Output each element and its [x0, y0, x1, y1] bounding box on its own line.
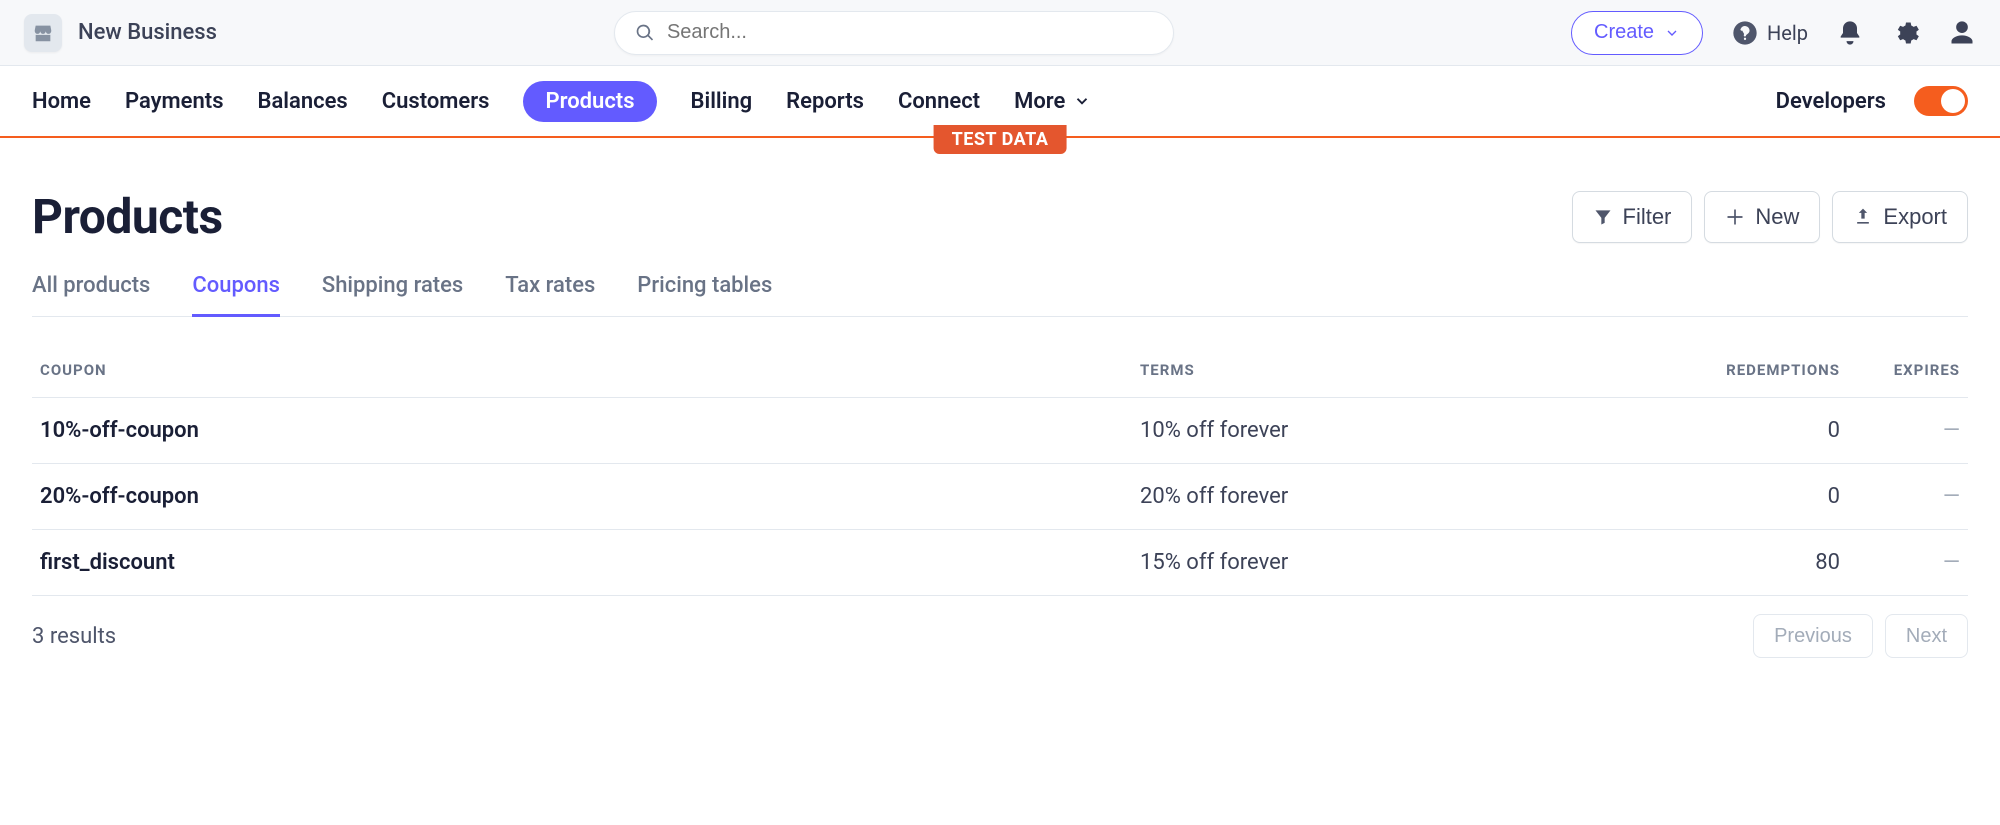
page-title: Products: [32, 188, 223, 245]
create-label: Create: [1594, 21, 1654, 44]
col-coupon: COUPON: [40, 361, 1140, 379]
nav-customers[interactable]: Customers: [382, 89, 490, 114]
store-icon: [24, 14, 62, 52]
export-button[interactable]: Export: [1832, 191, 1968, 243]
nav-payments[interactable]: Payments: [125, 89, 224, 114]
nav-reports[interactable]: Reports: [786, 89, 864, 114]
coupons-table: COUPON TERMS REDEMPTIONS EXPIRES 10%-off…: [32, 343, 1968, 676]
subtab-pricing-tables[interactable]: Pricing tables: [637, 273, 772, 316]
notifications-icon[interactable]: [1836, 19, 1864, 47]
help-link[interactable]: Help: [1731, 19, 1808, 47]
page-content: Products Filter New Export All products …: [0, 138, 2000, 676]
table-row[interactable]: 20%-off-coupon 20% off forever 0 —: [32, 464, 1968, 530]
coupon-redemptions: 0: [1640, 484, 1840, 509]
coupon-redemptions: 80: [1640, 550, 1840, 575]
next-button[interactable]: Next: [1885, 614, 1968, 658]
main-nav: Home Payments Balances Customers Product…: [0, 66, 2000, 138]
coupon-terms: 15% off forever: [1140, 550, 1640, 575]
subtab-tax-rates[interactable]: Tax rates: [505, 273, 595, 316]
create-button[interactable]: Create: [1571, 11, 1703, 55]
subtab-shipping-rates[interactable]: Shipping rates: [322, 273, 463, 316]
help-label: Help: [1767, 21, 1808, 45]
coupon-expires: —: [1840, 418, 1960, 443]
export-label: Export: [1883, 204, 1947, 230]
coupon-terms: 10% off forever: [1140, 418, 1640, 443]
nav-more[interactable]: More: [1014, 89, 1091, 114]
col-terms: TERMS: [1140, 361, 1640, 379]
nav-billing[interactable]: Billing: [691, 89, 753, 114]
coupon-name: 20%-off-coupon: [40, 484, 1140, 509]
col-expires: EXPIRES: [1840, 361, 1960, 379]
filter-icon: [1593, 207, 1613, 227]
chevron-down-icon: [1073, 92, 1091, 110]
business-switcher[interactable]: New Business: [24, 14, 217, 52]
help-icon: [1731, 19, 1759, 47]
table-row[interactable]: 10%-off-coupon 10% off forever 0 —: [32, 398, 1968, 464]
filter-label: Filter: [1623, 204, 1672, 230]
coupon-expires: —: [1840, 550, 1960, 575]
chevron-down-icon: [1664, 25, 1680, 41]
test-mode-toggle[interactable]: [1914, 86, 1968, 116]
new-button[interactable]: New: [1704, 191, 1820, 243]
export-icon: [1853, 207, 1873, 227]
nav-balances[interactable]: Balances: [258, 89, 348, 114]
plus-icon: [1725, 207, 1745, 227]
previous-button[interactable]: Previous: [1753, 614, 1873, 658]
coupon-redemptions: 0: [1640, 418, 1840, 443]
subtab-coupons[interactable]: Coupons: [192, 273, 280, 317]
new-label: New: [1755, 204, 1799, 230]
user-icon[interactable]: [1948, 19, 1976, 47]
filter-button[interactable]: Filter: [1572, 191, 1693, 243]
nav-more-label: More: [1014, 89, 1065, 114]
col-redemptions: REDEMPTIONS: [1640, 361, 1840, 379]
settings-icon[interactable]: [1892, 19, 1920, 47]
product-subtabs: All products Coupons Shipping rates Tax …: [32, 273, 1968, 317]
coupon-name: first_discount: [40, 550, 1140, 575]
nav-home[interactable]: Home: [32, 89, 91, 114]
global-search[interactable]: [614, 11, 1174, 55]
subtab-all-products[interactable]: All products: [32, 273, 150, 316]
nav-products[interactable]: Products: [523, 81, 656, 122]
search-input[interactable]: [667, 21, 1153, 44]
coupon-name: 10%-off-coupon: [40, 418, 1140, 443]
test-data-badge: TEST DATA: [934, 125, 1067, 154]
results-count: 3 results: [32, 624, 116, 649]
nav-connect[interactable]: Connect: [898, 89, 980, 114]
table-header: COUPON TERMS REDEMPTIONS EXPIRES: [32, 343, 1968, 398]
coupon-expires: —: [1840, 484, 1960, 509]
table-row[interactable]: first_discount 15% off forever 80 —: [32, 530, 1968, 596]
business-name: New Business: [78, 20, 217, 45]
nav-developers[interactable]: Developers: [1776, 89, 1886, 114]
search-icon: [635, 23, 655, 43]
topbar: New Business Create Help: [0, 0, 2000, 66]
coupon-terms: 20% off forever: [1140, 484, 1640, 509]
